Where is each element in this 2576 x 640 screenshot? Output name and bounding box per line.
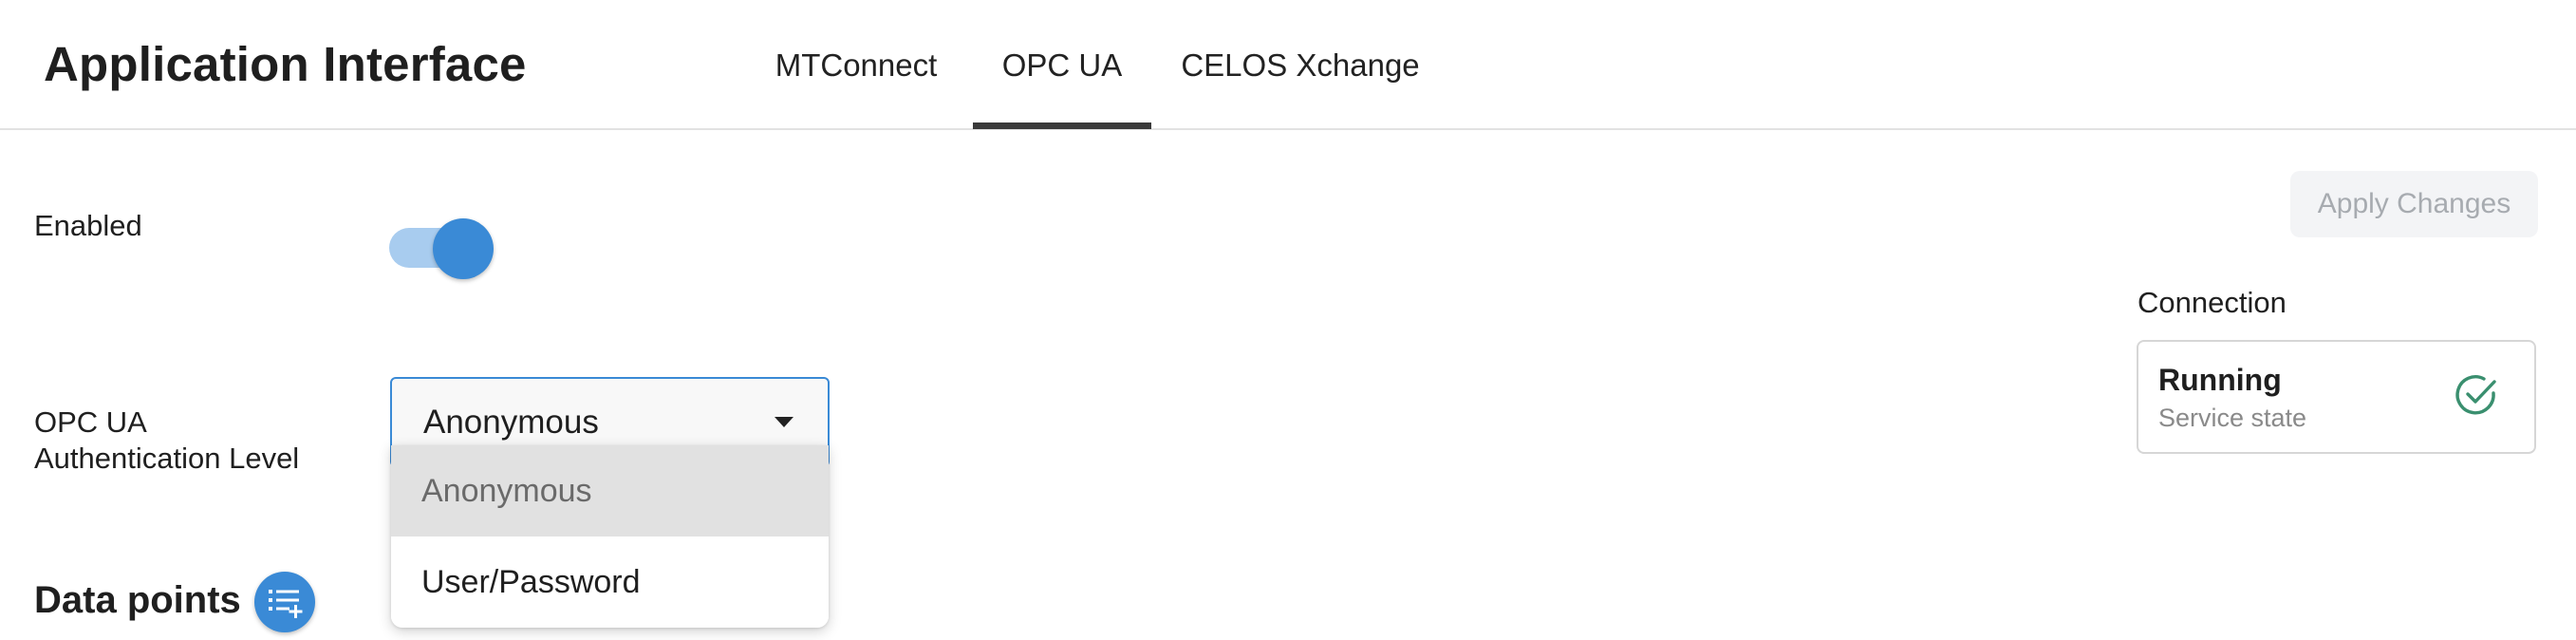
tab-mtconnect[interactable]: MTConnect xyxy=(759,47,953,128)
tab-label: CELOS Xchange xyxy=(1181,47,1420,83)
tab-label: OPC UA xyxy=(1001,47,1123,83)
service-state-value: Running xyxy=(2158,363,2282,397)
apply-changes-button[interactable]: Apply Changes xyxy=(2290,171,2538,237)
service-state-caption: Service state xyxy=(2158,404,2307,432)
connection-status-card: Running Service state xyxy=(2137,340,2536,454)
tab-celos-xchange[interactable]: CELOS Xchange xyxy=(1170,47,1430,128)
page: Application Interface MTConnect OPC UA C… xyxy=(0,0,2576,640)
auth-label-line2: Authentication Level xyxy=(34,442,300,475)
option-anonymous[interactable]: Anonymous xyxy=(391,445,829,536)
data-points-title: Data points xyxy=(34,579,241,621)
add-data-point-button[interactable] xyxy=(254,572,315,632)
auth-level-dropdown-menu: Anonymous User/Password xyxy=(391,445,829,628)
enabled-toggle[interactable] xyxy=(389,218,494,279)
enabled-label: Enabled xyxy=(34,209,142,242)
connection-label: Connection xyxy=(2137,286,2287,319)
toggle-thumb xyxy=(433,218,494,279)
check-circle-icon xyxy=(2455,375,2496,415)
auth-label-line1: OPC UA xyxy=(34,405,147,439)
page-title: Application Interface xyxy=(44,37,527,91)
auth-level-label: OPC UA Authentication Level xyxy=(34,405,299,477)
caret-down-icon xyxy=(775,417,793,427)
tab-opc-ua[interactable]: OPC UA xyxy=(973,47,1151,129)
option-user-password[interactable]: User/Password xyxy=(391,536,829,628)
app-header: Application Interface MTConnect OPC UA C… xyxy=(0,0,2576,130)
tab-label: MTConnect xyxy=(775,47,938,83)
playlist-add-icon xyxy=(269,590,303,618)
auth-level-value: Anonymous xyxy=(423,404,599,441)
